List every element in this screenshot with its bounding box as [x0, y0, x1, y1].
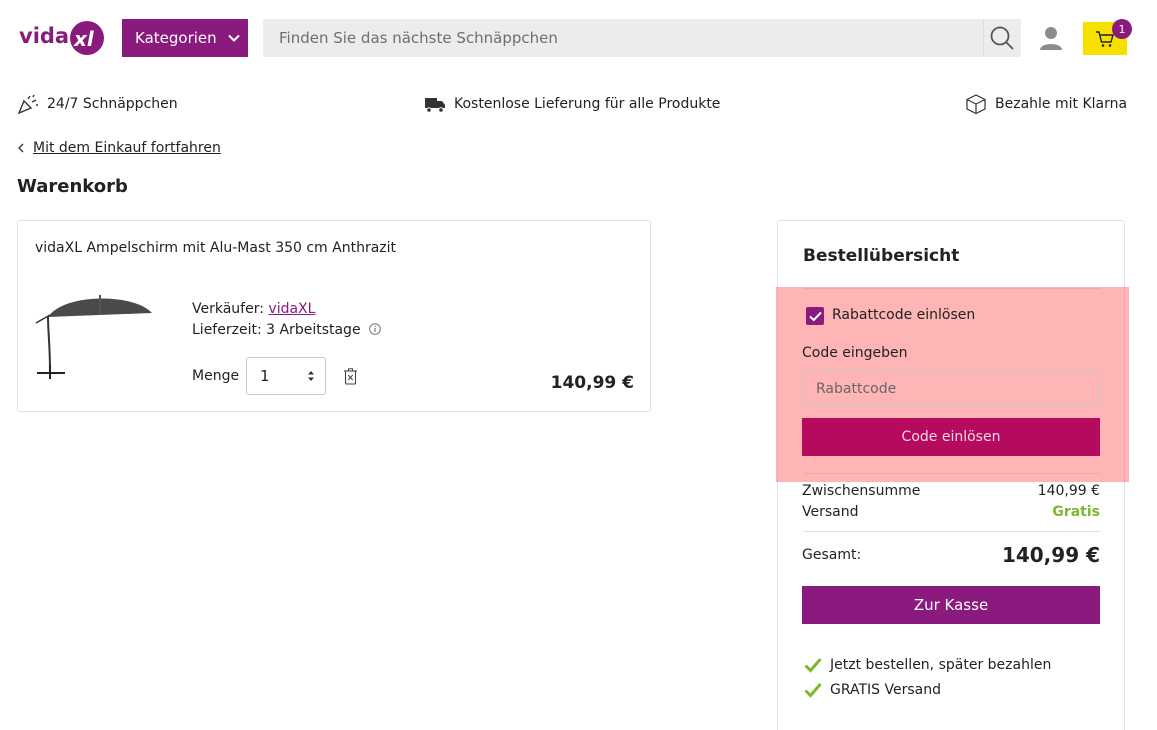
usp-deals-label: 24/7 Schnäppchen — [47, 96, 178, 112]
subtotal-row: Zwischensumme 140,99 € — [802, 483, 1100, 499]
categories-button[interactable]: Kategorien — [122, 19, 248, 57]
search-button[interactable] — [983, 19, 1019, 57]
shipping-label: Versand — [802, 504, 859, 520]
shipping-row: Versand Gratis — [802, 504, 1100, 520]
summary-title: Bestellübersicht — [803, 246, 960, 266]
usp-deals: 24/7 Schnäppchen — [17, 93, 178, 115]
search-input[interactable] — [263, 19, 983, 57]
usp-klarna-label: Bezahle mit Klarna — [995, 96, 1128, 112]
search-bar — [263, 19, 1021, 57]
shipping-value: Gratis — [1052, 504, 1100, 520]
usp-delivery: Kostenlose Lieferung für alle Produkte — [424, 93, 720, 115]
checkmark-icon — [808, 311, 822, 321]
benefit-label: GRATIS Versand — [830, 682, 942, 698]
benefit-label: Jetzt bestellen, später bezahlen — [830, 657, 1052, 673]
categories-label: Kategorien — [135, 29, 217, 47]
green-check-icon — [804, 658, 822, 673]
seller-info: Verkäufer: vidaXL — [192, 301, 315, 317]
benefit-item: Jetzt bestellen, später bezahlen — [804, 657, 1051, 673]
usp-delivery-label: Kostenlose Lieferung für alle Produkte — [454, 96, 721, 112]
vidaxl-logo[interactable]: vida xl — [19, 19, 105, 57]
summary-divider — [803, 531, 1101, 532]
total-label: Gesamt: — [802, 547, 862, 563]
coupon-checkbox-label[interactable]: Rabattcode einlösen — [832, 307, 975, 323]
chevron-left-icon — [18, 143, 24, 153]
svg-text:xl: xl — [73, 27, 95, 51]
seller-label: Verkäufer: — [192, 301, 264, 317]
delete-item-icon[interactable] — [344, 368, 357, 385]
page-title: Warenkorb — [17, 176, 128, 197]
total-row: Gesamt: 140,99 € — [802, 543, 1100, 567]
product-image[interactable] — [34, 291, 156, 381]
green-check-icon — [804, 683, 822, 698]
coupon-checkbox[interactable] — [806, 307, 824, 325]
product-price: 140,99 € — [550, 373, 634, 393]
redeem-code-button[interactable]: Code einlösen — [802, 418, 1100, 456]
info-icon[interactable] — [369, 323, 381, 335]
user-account-icon[interactable] — [1038, 25, 1064, 51]
select-arrows-icon — [308, 371, 314, 381]
chevron-down-icon — [227, 34, 240, 42]
delivery-value: 3 Arbeitstage — [266, 322, 361, 338]
total-value: 140,99 € — [1001, 543, 1100, 567]
usp-klarna: Bezahle mit Klarna — [965, 93, 1127, 115]
search-icon — [990, 26, 1014, 50]
quantity-label: Menge — [192, 368, 240, 384]
code-label: Code eingeben — [802, 345, 908, 361]
delivery-info: Lieferzeit: 3 Arbeitstage — [192, 322, 381, 338]
cart-count-badge: 1 — [1112, 19, 1132, 39]
subtotal-value: 140,99 € — [1037, 483, 1100, 499]
box-icon — [966, 94, 986, 115]
delivery-truck-icon — [425, 98, 445, 113]
quantity-value: 1 — [260, 367, 270, 385]
svg-text:vida: vida — [19, 24, 69, 48]
continue-shopping-link[interactable]: Mit dem Einkauf fortfahren — [17, 140, 221, 156]
party-popper-icon — [17, 94, 38, 115]
delivery-label: Lieferzeit: — [192, 322, 262, 338]
product-title[interactable]: vidaXL Ampelschirm mit Alu-Mast 350 cm A… — [35, 240, 396, 256]
checkout-button[interactable]: Zur Kasse — [802, 586, 1100, 624]
coupon-code-input[interactable] — [802, 371, 1100, 406]
cart-item-card: vidaXL Ampelschirm mit Alu-Mast 350 cm A… — [17, 220, 651, 412]
continue-shopping-label[interactable]: Mit dem Einkauf fortfahren — [33, 140, 221, 156]
quantity-select[interactable]: 1 — [246, 357, 326, 395]
subtotal-label: Zwischensumme — [802, 483, 921, 499]
benefit-item: GRATIS Versand — [804, 682, 941, 698]
seller-link[interactable]: vidaXL — [268, 301, 315, 317]
